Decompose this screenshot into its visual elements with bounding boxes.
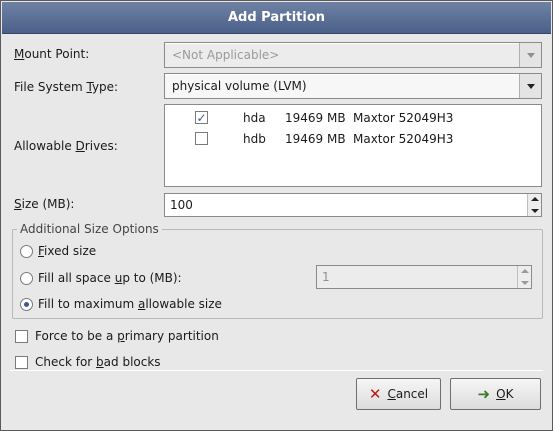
mount-point-combo[interactable]: <Not Applicable> <box>164 42 542 68</box>
bad-blocks-checkbox[interactable] <box>15 355 28 369</box>
chevron-down-icon <box>526 52 535 58</box>
separator <box>10 370 543 371</box>
size-spinbox[interactable]: 100 <box>164 193 542 217</box>
primary-partition-checkbox[interactable] <box>15 329 28 343</box>
decrement-icon[interactable] <box>531 209 539 213</box>
mount-point-label: Mount Point: <box>14 47 90 61</box>
decrement-icon[interactable] <box>521 281 529 285</box>
drive-size: 19469 MB <box>285 132 346 146</box>
add-partition-dialog: Add Partition Mount Point: <Not Applicab… <box>0 0 553 431</box>
ok-button[interactable]: ➜ OK <box>450 378 541 410</box>
primary-partition-label: Force to be a primary partition <box>35 329 219 343</box>
fill-max-option[interactable]: Fill to maximum allowable size <box>20 297 222 311</box>
fixed-size-option[interactable]: Fixed size <box>20 244 96 258</box>
fill-up-option[interactable]: Fill all space up to (MB): <box>20 271 182 285</box>
drive-model: Maxtor 52049H3 <box>353 132 454 146</box>
size-label: Size (MB): <box>14 197 75 211</box>
mount-point-dropdown-button[interactable] <box>519 43 541 67</box>
fill-max-radio[interactable] <box>20 297 33 311</box>
fill-up-radio[interactable] <box>20 271 33 285</box>
cancel-button-label: Cancel <box>387 387 429 401</box>
ok-icon: ➜ <box>477 384 491 403</box>
increment-icon[interactable] <box>531 197 539 201</box>
drive-size: 19469 MB <box>285 111 346 125</box>
cancel-button[interactable]: ✕ Cancel <box>356 378 441 410</box>
fill-up-spinbox[interactable]: 1 <box>316 265 532 289</box>
ok-button-label: OK <box>496 387 514 401</box>
drive-name: hda <box>243 111 266 125</box>
additional-size-options-title: Additional Size Options <box>17 222 162 236</box>
drive-row[interactable]: hdb 19469 MB Maxtor 52049H3 <box>165 130 541 150</box>
fill-up-value: 1 <box>322 270 330 284</box>
mount-point-value: <Not Applicable> <box>172 48 280 62</box>
drives-list[interactable]: hda 19469 MB Maxtor 52049H3 hdb 19469 MB… <box>164 104 542 187</box>
drive-model: Maxtor 52049H3 <box>353 111 454 125</box>
fill-max-label: Fill to maximum allowable size <box>38 297 222 311</box>
bad-blocks-option[interactable]: Check for bad blocks <box>15 355 161 369</box>
drive-name: hdb <box>243 132 266 146</box>
size-stepper[interactable] <box>527 194 541 216</box>
fixed-size-radio[interactable] <box>20 244 33 258</box>
fill-up-label: Fill all space up to (MB): <box>38 271 182 285</box>
size-value: 100 <box>170 198 193 212</box>
fs-type-combo[interactable]: physical volume (LVM) <box>164 73 542 99</box>
dialog-title: Add Partition <box>2 2 551 34</box>
primary-partition-option[interactable]: Force to be a primary partition <box>15 329 219 343</box>
cancel-icon: ✕ <box>368 384 382 403</box>
fs-type-value: physical volume (LVM) <box>172 79 307 93</box>
drive-checkbox[interactable] <box>195 111 208 124</box>
fixed-size-label: Fixed size <box>38 244 97 258</box>
bad-blocks-label: Check for bad blocks <box>35 355 161 369</box>
drive-row[interactable]: hda 19469 MB Maxtor 52049H3 <box>165 109 541 129</box>
chevron-down-icon <box>526 83 535 89</box>
drive-checkbox[interactable] <box>195 132 208 145</box>
allowable-drives-label: Allowable Drives: <box>14 139 118 153</box>
dialog-title-text: Add Partition <box>227 10 326 25</box>
fs-type-label: File System Type: <box>14 80 119 94</box>
fill-up-stepper[interactable] <box>517 266 531 288</box>
increment-icon[interactable] <box>521 269 529 273</box>
fs-type-dropdown-button[interactable] <box>519 74 541 98</box>
